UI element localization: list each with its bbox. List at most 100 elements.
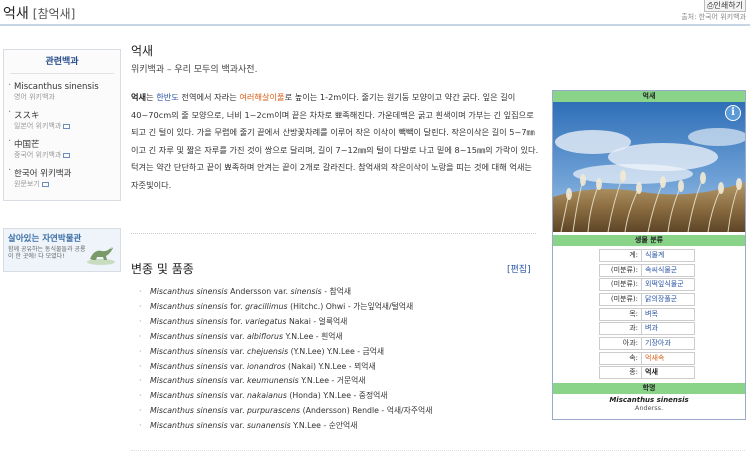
variety-epithet: nakaianus	[246, 391, 287, 401]
list-item: Miscanthus sinensis var. albiflorus Y.N.…	[139, 330, 432, 345]
related-heading: 관련백과	[10, 54, 114, 74]
variety-common-name: (Andersson) Rendle - 억새/자주억새	[300, 406, 433, 416]
rank-text: for.	[227, 316, 246, 326]
scientific-name: Miscanthus sinensis	[150, 391, 228, 401]
page-title: 억새 [참억새]	[3, 3, 75, 23]
external-link-icon	[41, 181, 49, 187]
taxonomy-link[interactable]: 기장아과	[641, 336, 695, 350]
dinosaur-illustration-icon	[87, 247, 115, 265]
taxonomy-rank: 종:	[599, 366, 641, 380]
taxonomy-rank: 속:	[599, 351, 641, 365]
paragraph-text: 로 높이는 1-2m이다. 줄기는 원기둥 모양이고 약간 굵다. 잎은 길이 …	[131, 92, 539, 190]
taxonomy-row: (미분류): 외떡잎식물군	[599, 277, 745, 292]
scientific-name: Miscanthus sinensis	[150, 301, 228, 311]
title-alias: [참억새]	[32, 7, 76, 21]
related-item-chinese[interactable]: 中国芒 중국어 위키백과	[4, 136, 120, 165]
edit-section-link[interactable]: [편집]	[507, 262, 531, 275]
scientific-author: Anderss.	[634, 404, 664, 413]
taxonomy-rank: 계:	[599, 248, 641, 262]
rank-text: Andersson var.	[227, 287, 291, 296]
taxonomy-table: 계: 식물계 (미분류): 속씨식물군 (미분류): 외떡잎식물군 (미분류): 닭의장…	[599, 248, 745, 380]
rank-text: var.	[227, 421, 247, 431]
list-item: Miscanthus sinensis var. chejuensis (Y.N…	[139, 345, 432, 360]
taxonomy-rank: (미분류):	[599, 292, 641, 306]
silver-grass-photo[interactable]: i	[553, 102, 745, 232]
taxonomy-link[interactable]: 벼과	[641, 322, 695, 336]
list-item: Miscanthus sinensis for. variegatus Naka…	[139, 315, 432, 330]
taxonomy-link[interactable]: 억새속	[641, 351, 695, 365]
rank-text: for.	[227, 301, 246, 311]
related-item-title: Miscanthus sinensis	[14, 82, 99, 92]
variety-epithet: chejuensis	[246, 346, 289, 356]
taxonomy-link[interactable]: 닭의장풀군	[641, 292, 695, 306]
link-korean-peninsula[interactable]: 한반도	[156, 92, 179, 102]
taxonomy-link[interactable]: 식물계	[641, 248, 695, 262]
section-divider	[131, 233, 536, 234]
rank-text: var.	[227, 376, 247, 386]
rank-text: var.	[227, 331, 247, 341]
paragraph-text: 는	[146, 92, 157, 102]
taxonomy-link[interactable]: 벼목	[641, 307, 695, 321]
varieties-list: Miscanthus sinensis Andersson var. sinen…	[139, 285, 432, 434]
variety-common-name: (Nakai) Y.N.Lee - 뫼억새	[285, 361, 376, 371]
source-text: 출처: 한국어 위키백과	[681, 13, 746, 21]
print-button[interactable]: ⎙인쇄하기	[704, 0, 746, 12]
scientific-name: Miscanthus sinensis	[150, 406, 228, 416]
variety-epithet: albiflorus	[246, 331, 284, 341]
related-item-title: 中国芒	[14, 140, 40, 150]
term-bold: 억새	[131, 92, 147, 102]
variety-common-name: Nakai - 얼룩억새	[286, 316, 348, 326]
taxonomy-link[interactable]: 외떡잎식물군	[641, 278, 695, 292]
related-item-english[interactable]: Miscanthus sinensis 영어 위키백과	[4, 80, 120, 107]
list-item: Miscanthus sinensis var. purpurascens (A…	[139, 404, 432, 419]
print-label: 인쇄하기	[713, 1, 743, 10]
link-perennial[interactable]: 여러해살이풀	[239, 92, 284, 102]
variety-common-name: Y.N.Lee - 거문억새	[298, 376, 366, 386]
list-item: Miscanthus sinensis var. keumunensis Y.N…	[139, 374, 432, 389]
taxonomy-row: (미분류): 속씨식물군	[599, 263, 745, 278]
variety-epithet: gracillimus	[245, 301, 288, 311]
scientific-name: Miscanthus sinensis	[150, 316, 228, 326]
scientific-name: Miscanthus sinensis	[150, 421, 228, 431]
variety-epithet: sunanensis	[246, 421, 291, 431]
taxonomy-row: 종: 억새	[599, 366, 745, 381]
variety-epithet: keumunensis	[246, 376, 299, 386]
taxonomy-rank: 목:	[599, 307, 641, 321]
silver-grass-image	[553, 102, 745, 232]
taxonomy-link[interactable]: 속씨식물군	[641, 263, 695, 277]
related-item-source-text: 중국어 위키백과	[14, 151, 62, 159]
taxonomy-rank: (미분류):	[599, 278, 641, 292]
scientific-name: Miscanthus sinensis	[150, 287, 228, 296]
taxonomy-row: 과: 벼과	[599, 321, 745, 336]
variety-common-name: Y.N.Lee - 순안억새	[290, 421, 358, 431]
external-link-icon	[63, 123, 71, 129]
variety-epithet: ionandros	[246, 361, 286, 371]
external-link-icon	[63, 152, 71, 158]
title-text: 억새	[3, 6, 29, 22]
taxonomy-row: 목: 벼목	[599, 307, 745, 322]
list-item: Miscanthus sinensis var. sunanensis Y.N.…	[139, 419, 432, 434]
bottom-divider	[131, 450, 745, 451]
scientific-name: Miscanthus sinensis	[150, 331, 228, 341]
variety-common-name: (Y.N.Lee) Y.N.Lee - 금억새	[288, 346, 385, 356]
scientific-name: Miscanthus sinensis	[150, 346, 228, 356]
paragraph-text: 전역에서 자라는	[178, 92, 240, 102]
variety-common-name: (Honda) Y.N.Lee - 중정억새	[286, 391, 388, 401]
list-item: Miscanthus sinensis for. gracillimus (Hi…	[139, 300, 432, 315]
related-item-korean[interactable]: 한국어 위키백과 원문보기	[4, 165, 120, 194]
related-item-source: 일본어 위키백과	[14, 121, 114, 131]
info-icon[interactable]: i	[725, 105, 741, 121]
variety-common-name: Y.N.Lee - 흰억새	[283, 331, 343, 341]
article-content: 억새 위키백과 – 우리 모두의 백과사전. 억새는 한반도 전역에서 자라는 …	[131, 42, 541, 194]
article-title: 억새	[131, 44, 154, 58]
classification-header: 생물 분류	[553, 235, 745, 246]
variety-epithet: purpurascens	[246, 406, 301, 416]
related-item-source: 원문보기	[14, 179, 114, 189]
scientific-name: Miscanthus sinensis	[150, 376, 228, 386]
related-item-japanese[interactable]: ススキ 일본어 위키백과	[4, 107, 120, 136]
page-header: 억새 [참억새] ⎙인쇄하기 출처: 한국어 위키백과	[0, 0, 750, 26]
taxonomy-rank: (미분류):	[599, 263, 641, 277]
scientific-name: Miscanthus sinensis	[150, 361, 228, 371]
rank-text: var.	[227, 361, 247, 371]
nature-museum-banner[interactable]: 살아있는 자연박물관 함께 공유하는 동식물들과 공룡이 한 곳에! 다 모였다…	[3, 228, 121, 272]
